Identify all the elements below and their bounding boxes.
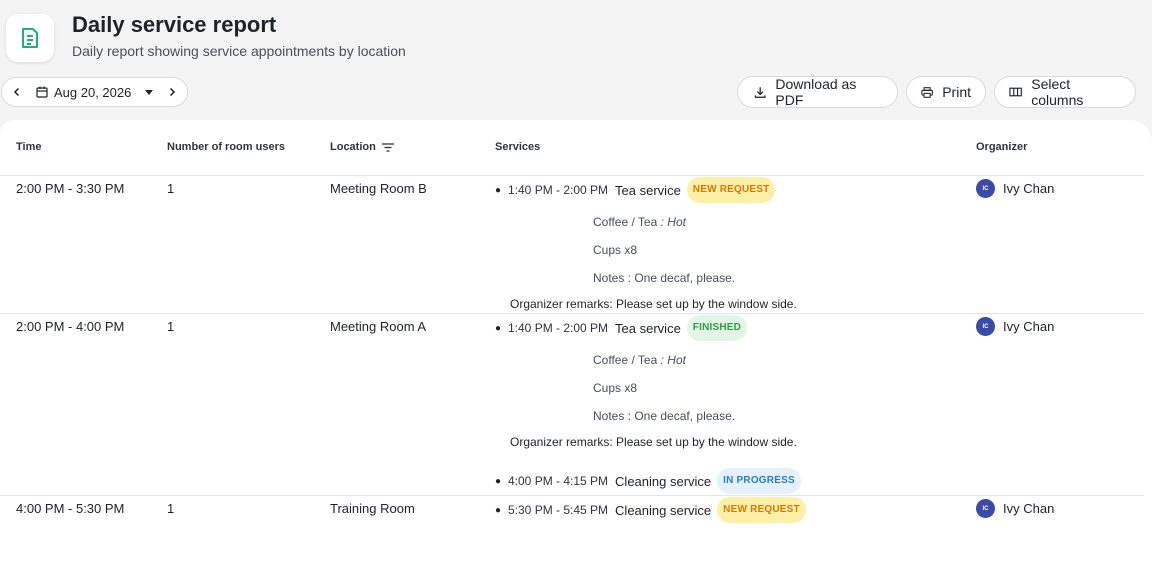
- service-item[interactable]: ● 5:30 PM - 5:45 PM Cleaning service NEW…: [495, 497, 806, 523]
- bullet: ●: [495, 504, 502, 516]
- row-location: Meeting Room B: [330, 181, 427, 196]
- bullet: ●: [495, 322, 502, 334]
- service-name: Cleaning service: [615, 502, 712, 518]
- service-name: Cleaning service: [615, 473, 712, 489]
- select-columns-label: Select columns: [1031, 76, 1084, 108]
- column-header-services[interactable]: Services: [495, 141, 540, 153]
- organizer-name: Ivy Chan: [1003, 181, 1055, 196]
- row-time: 2:00 PM - 3:30 PM: [16, 181, 125, 196]
- service-item[interactable]: ● 1:40 PM - 2:00 PM Tea service NEW REQU…: [495, 177, 776, 203]
- column-header-location[interactable]: Location: [330, 141, 394, 153]
- download-icon: [754, 86, 766, 98]
- status-badge: NEW REQUEST: [717, 497, 806, 523]
- row-location: Meeting Room A: [330, 319, 427, 334]
- status-badge: NEW REQUEST: [686, 177, 776, 203]
- row-divider: [0, 313, 1144, 314]
- service-time: 1:40 PM - 2:00 PM: [508, 183, 609, 197]
- row-users: 1: [167, 319, 175, 334]
- row-users: 1: [167, 181, 175, 196]
- service-name: Tea service: [615, 320, 681, 336]
- chevron-right-icon: [169, 87, 176, 97]
- column-header-organizer[interactable]: Organizer: [976, 141, 1027, 153]
- column-header-room-users[interactable]: Number of room users: [167, 141, 285, 153]
- row-users: 1: [167, 501, 175, 516]
- organizer-name: Ivy Chan: [1003, 501, 1055, 516]
- print-button[interactable]: Print: [906, 76, 986, 108]
- columns-icon: [1009, 87, 1022, 97]
- calendar-icon: [36, 86, 48, 98]
- next-day-button[interactable]: [157, 78, 187, 106]
- bullet: ●: [495, 475, 502, 487]
- app-icon: [6, 14, 54, 62]
- service-time: 5:30 PM - 5:45 PM: [508, 503, 609, 517]
- row-location: Training Room: [330, 501, 415, 516]
- download-pdf-button[interactable]: Download as PDF: [737, 76, 898, 108]
- header-divider: [0, 175, 1144, 176]
- previous-day-button[interactable]: [2, 78, 32, 106]
- service-detail-notes: Notes : One decaf, please.: [593, 409, 736, 423]
- selected-date: Aug 20, 2026: [54, 84, 132, 100]
- service-detail-notes: Notes : One decaf, please.: [593, 271, 736, 285]
- status-badge: IN PROGRESS: [717, 468, 801, 494]
- organizer: IC Ivy Chan: [976, 499, 1054, 518]
- bullet: ●: [495, 184, 502, 196]
- service-detail-coffee: Coffee / Tea : Hot: [593, 353, 686, 367]
- organizer: IC Ivy Chan: [976, 317, 1054, 336]
- organizer: IC Ivy Chan: [976, 179, 1054, 198]
- download-pdf-label: Download as PDF: [775, 76, 857, 108]
- select-columns-button[interactable]: Select columns: [994, 76, 1136, 108]
- chevron-left-icon: [13, 87, 20, 97]
- avatar: IC: [976, 499, 995, 518]
- printer-icon: [921, 86, 933, 98]
- column-header-time[interactable]: Time: [16, 141, 41, 153]
- service-detail-coffee: Coffee / Tea : Hot: [593, 215, 686, 229]
- avatar: IC: [976, 317, 995, 336]
- row-divider: [0, 495, 1144, 496]
- organizer-remarks: Organizer remarks: Please set up by the …: [510, 435, 797, 449]
- service-time: 1:40 PM - 2:00 PM: [508, 321, 609, 335]
- service-item[interactable]: ● 4:00 PM - 4:15 PM Cleaning service IN …: [495, 468, 801, 494]
- organizer-name: Ivy Chan: [1003, 319, 1055, 334]
- service-time: 4:00 PM - 4:15 PM: [508, 474, 609, 488]
- row-time: 4:00 PM - 5:30 PM: [16, 501, 125, 516]
- report-icon: [22, 28, 38, 48]
- print-label: Print: [942, 84, 971, 100]
- service-item[interactable]: ● 1:40 PM - 2:00 PM Tea service FINISHED: [495, 315, 748, 341]
- date-picker[interactable]: Aug 20, 2026: [32, 85, 157, 100]
- caret-down-icon: [145, 89, 154, 95]
- date-navigator: Aug 20, 2026: [1, 77, 188, 107]
- organizer-remarks: Organizer remarks: Please set up by the …: [510, 297, 797, 311]
- page-subtitle: Daily report showing service appointment…: [72, 43, 406, 59]
- page-title: Daily service report: [72, 12, 277, 37]
- avatar: IC: [976, 179, 995, 198]
- service-name: Tea service: [615, 182, 681, 198]
- service-detail-cups: Cups x8: [593, 381, 638, 395]
- filter-icon[interactable]: [381, 142, 394, 152]
- status-badge: FINISHED: [686, 315, 748, 341]
- row-time: 2:00 PM - 4:00 PM: [16, 319, 125, 334]
- service-detail-cups: Cups x8: [593, 243, 638, 257]
